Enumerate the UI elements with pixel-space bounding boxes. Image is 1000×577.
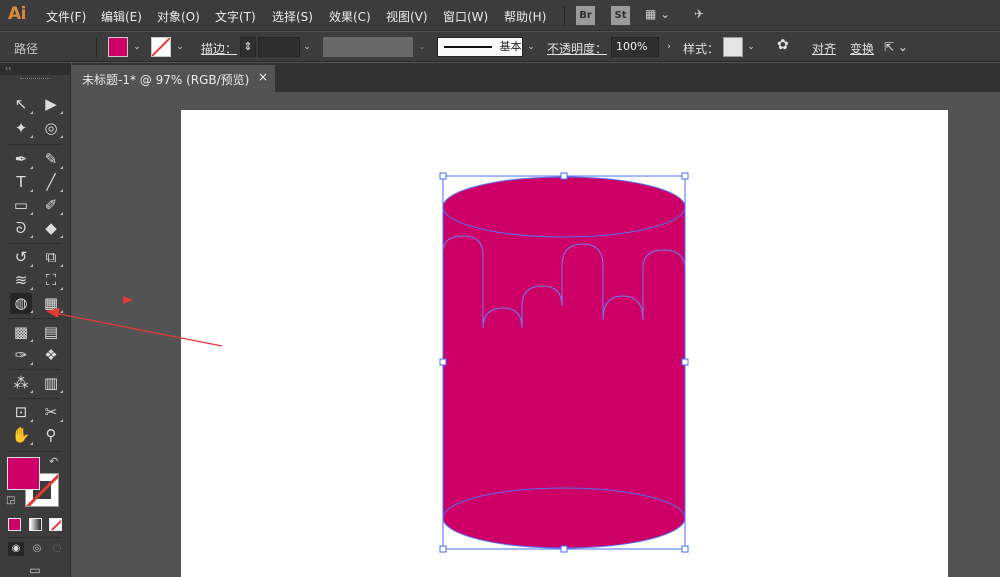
- resize-handle[interactable]: [681, 545, 689, 553]
- resize-handle[interactable]: [681, 172, 689, 180]
- resize-handle[interactable]: [439, 545, 447, 553]
- resize-handle[interactable]: [560, 545, 568, 553]
- annotation-arrow: [46, 296, 223, 347]
- cylinder-top-ellipse[interactable]: [442, 176, 686, 238]
- cursor-marker-icon: [123, 296, 133, 304]
- cylinder-artwork[interactable]: [442, 176, 686, 549]
- cylinder-bottom-ellipse[interactable]: [442, 487, 686, 549]
- artwork-canvas: [46, 172, 689, 553]
- resize-handle[interactable]: [439, 358, 447, 366]
- resize-handle[interactable]: [560, 172, 568, 180]
- resize-handle[interactable]: [439, 172, 447, 180]
- resize-handle[interactable]: [681, 358, 689, 366]
